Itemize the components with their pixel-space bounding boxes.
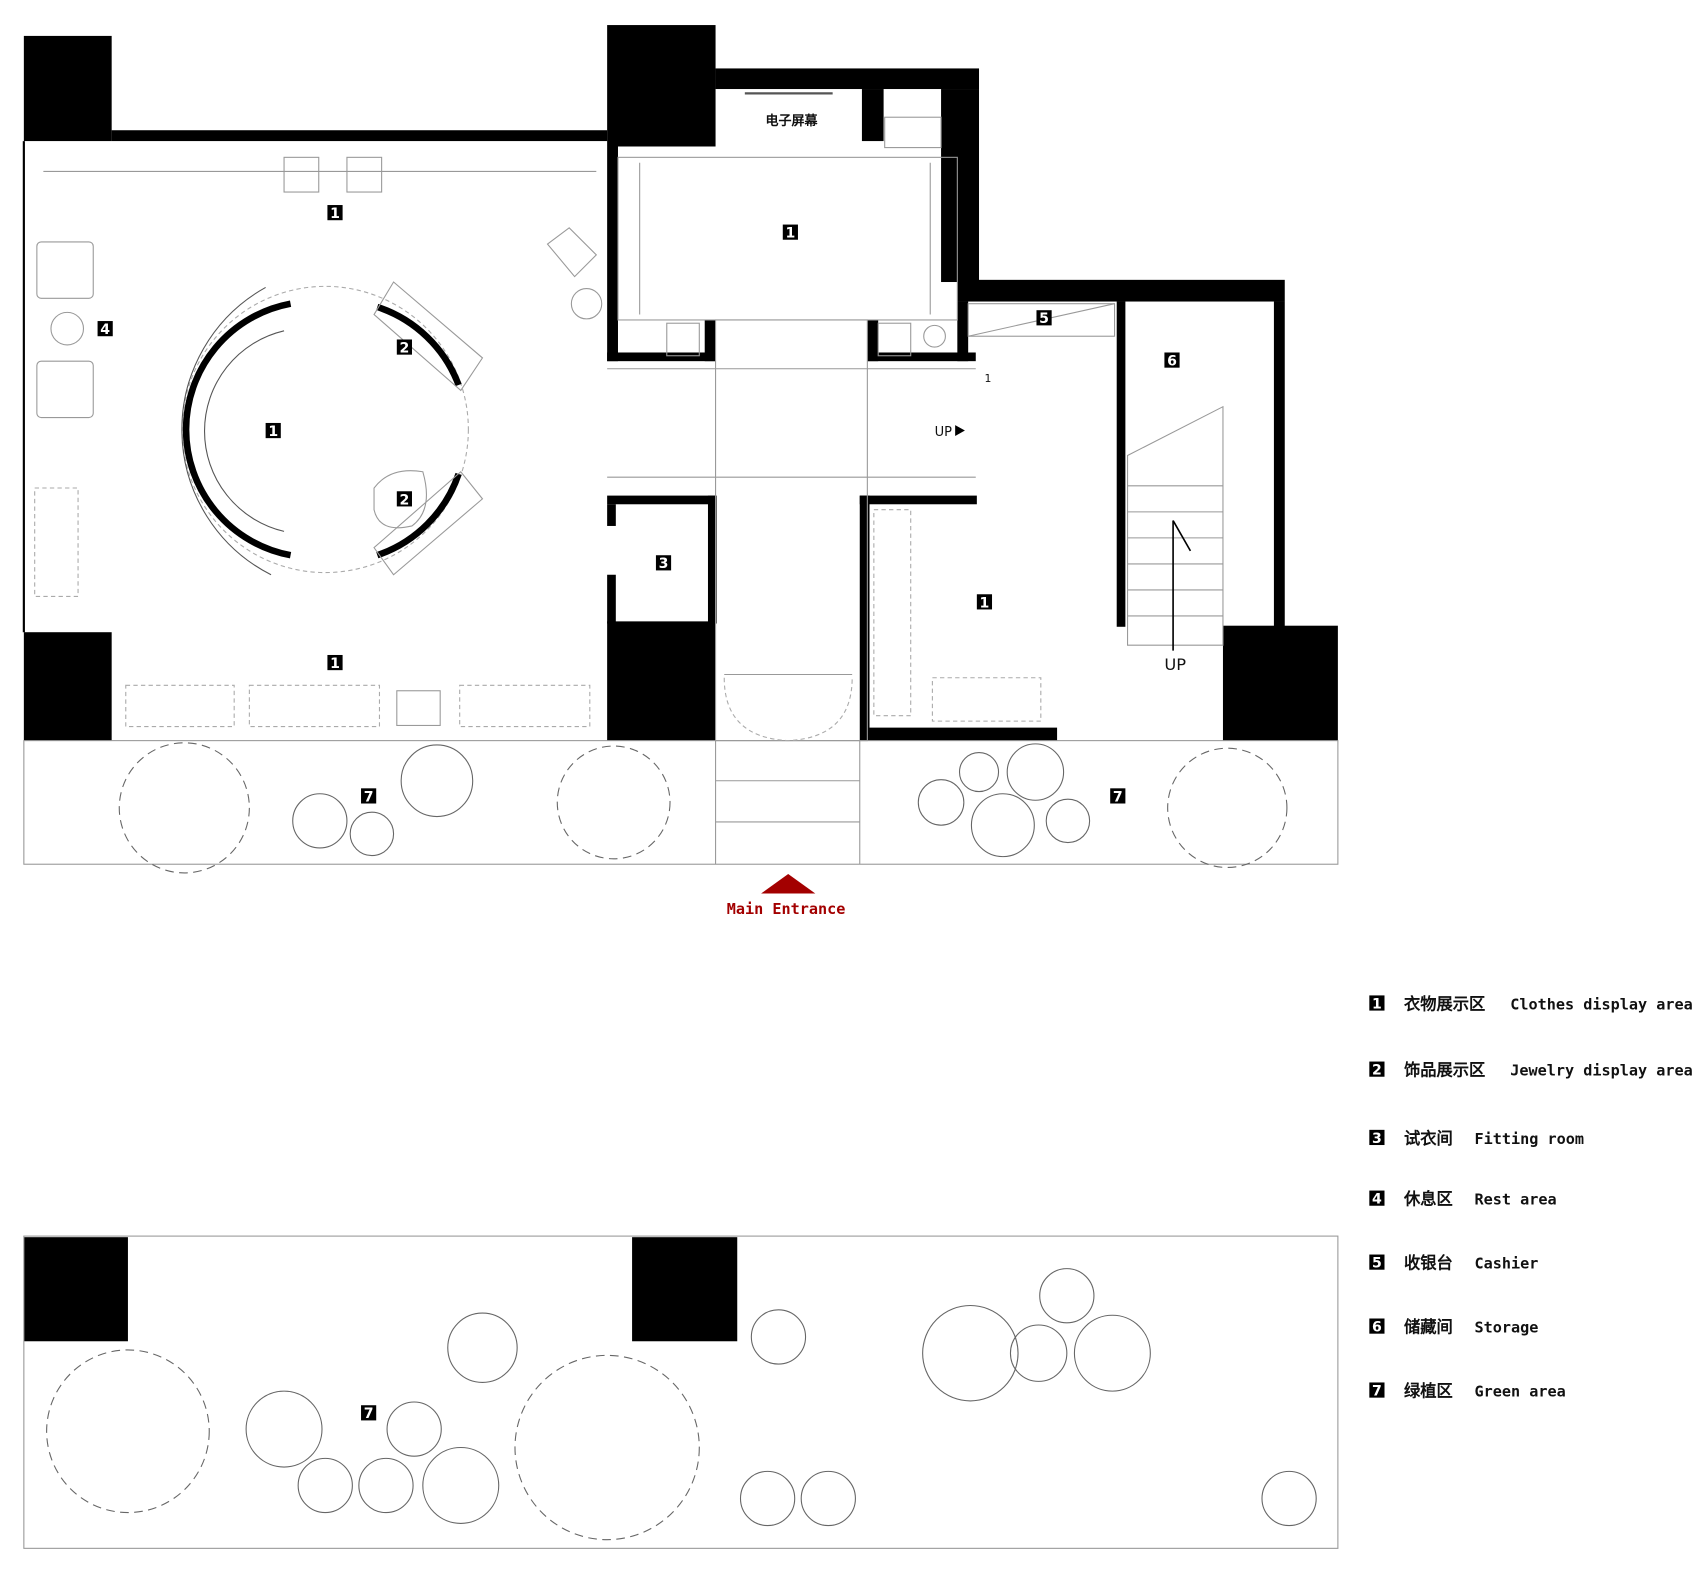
- svg-text:储藏间: 储藏间: [1403, 1318, 1453, 1337]
- green-trees: [46, 742, 1317, 1541]
- svg-text:Clothes display area: Clothes display area: [1510, 996, 1693, 1014]
- legend: 1 衣物展示区 Clothes display area 2 饰品展示区 Jewelry…: [1369, 995, 1693, 1401]
- svg-text:7: 7: [1372, 1383, 1382, 1399]
- up-label-corridor: UP: [935, 425, 953, 440]
- svg-text:衣物展示区: 衣物展示区: [1404, 995, 1485, 1014]
- svg-text:7: 7: [364, 789, 374, 805]
- svg-text:绿植区: 绿植区: [1404, 1382, 1453, 1401]
- marker-cashier: 5: [1036, 310, 1052, 327]
- svg-text:Rest area: Rest area: [1474, 1191, 1556, 1209]
- svg-text:4: 4: [1372, 1192, 1382, 1208]
- svg-text:Fitting room: Fitting room: [1474, 1130, 1584, 1148]
- svg-text:5: 5: [1372, 1256, 1382, 1272]
- legend-item: 4 休息区 Rest area: [1369, 1190, 1557, 1209]
- svg-text:2: 2: [1372, 1063, 1382, 1079]
- svg-text:Jewelry display area: Jewelry display area: [1510, 1062, 1693, 1080]
- svg-text:7: 7: [1113, 789, 1123, 805]
- svg-text:4: 4: [100, 322, 110, 338]
- svg-text:Storage: Storage: [1474, 1319, 1538, 1337]
- svg-text:1: 1: [330, 206, 340, 222]
- legend-item: 3 试衣间 Fitting room: [1369, 1129, 1584, 1148]
- svg-text:收银台: 收银台: [1404, 1254, 1453, 1273]
- svg-text:Cashier: Cashier: [1474, 1255, 1538, 1273]
- screen-label: 电子屏幕: [765, 113, 818, 129]
- up-label-stairs: UP: [1164, 655, 1186, 674]
- svg-text:1: 1: [785, 226, 795, 242]
- legend-item: 5 收银台 Cashier: [1369, 1254, 1538, 1273]
- svg-text:5: 5: [1039, 311, 1049, 327]
- svg-text:2: 2: [400, 492, 410, 508]
- marker-clothes-ring: 1: [265, 422, 281, 440]
- legend-item: 1 衣物展示区 Clothes display area: [1369, 995, 1693, 1014]
- jewelry-ring-display: [181, 281, 484, 576]
- marker-green-3: 7: [361, 1405, 377, 1422]
- marker-jewelry-1: 2: [396, 339, 412, 356]
- marker-green-2: 7: [1110, 788, 1126, 805]
- entrance-arrow-icon: [761, 873, 816, 894]
- marker-fitting: 3: [655, 555, 672, 572]
- staircase: [1127, 405, 1224, 651]
- svg-text:6: 6: [1372, 1320, 1382, 1336]
- svg-text:Green area: Green area: [1474, 1383, 1565, 1401]
- svg-text:休息区: 休息区: [1403, 1190, 1453, 1209]
- svg-text:6: 6: [1167, 354, 1177, 370]
- svg-text:1: 1: [1372, 996, 1382, 1012]
- svg-text:1: 1: [980, 595, 990, 611]
- marker-green-1: 7: [361, 788, 377, 805]
- marker-rest: 4: [97, 321, 113, 338]
- marker-clothes-upper-mid: 1: [782, 224, 798, 242]
- legend-item: 2 饰品展示区 Jewelry display area: [1369, 1061, 1693, 1080]
- svg-text:1: 1: [330, 656, 340, 672]
- entrance-label: Main Entrance: [727, 900, 846, 918]
- up-arrow-icon: [955, 425, 965, 436]
- marker-clothes-right: 1: [976, 594, 993, 611]
- floor-plan: 电子屏幕 UP 1 UP Main Entrance 1 1 1 1 1 2 2…: [22, 25, 1693, 1549]
- svg-text:1: 1: [268, 424, 278, 440]
- svg-text:3: 3: [1372, 1131, 1382, 1147]
- marker-clothes-bottom: 1: [327, 654, 343, 672]
- svg-text:7: 7: [364, 1406, 374, 1422]
- legend-item: 7 绿植区 Green area: [1369, 1382, 1566, 1401]
- legend-item: 6 储藏间 Storage: [1369, 1318, 1538, 1337]
- marker-clothes-top: 1: [327, 205, 343, 222]
- marker-jewelry-2: 2: [396, 491, 412, 508]
- walls: [23, 25, 1338, 1342]
- svg-text:饰品展示区: 饰品展示区: [1404, 1061, 1485, 1080]
- svg-text:3: 3: [659, 556, 669, 572]
- step-marker: 1: [984, 372, 991, 385]
- svg-text:2: 2: [400, 340, 410, 356]
- marker-storage: 6: [1164, 352, 1180, 370]
- svg-text:试衣间: 试衣间: [1404, 1129, 1453, 1148]
